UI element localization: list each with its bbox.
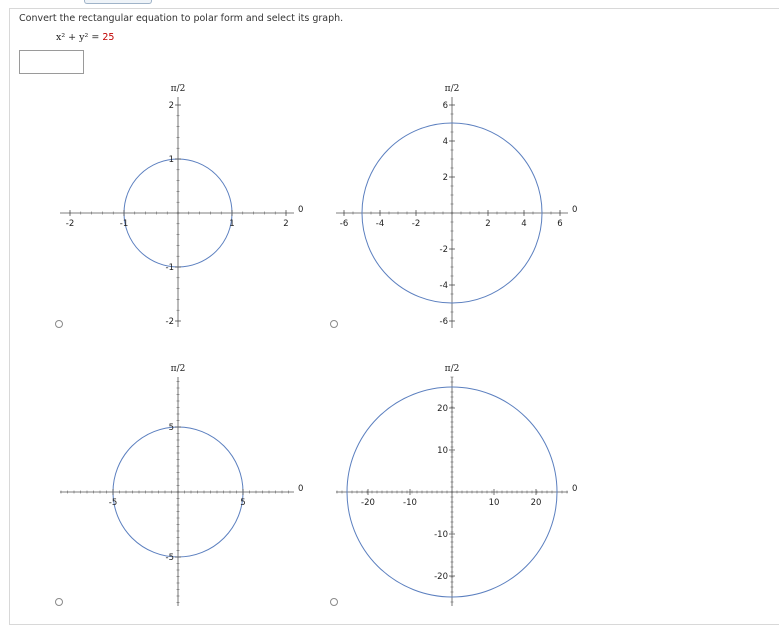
x-tick-label: -5 [109, 498, 117, 508]
angle-label-pi-half: π/2 [445, 364, 460, 374]
x-tick-label: -2 [66, 219, 74, 229]
angle-label-zero: 0 [572, 205, 577, 215]
y-tick-label: 2 [443, 173, 448, 183]
x-tick-label: -6 [340, 219, 348, 229]
angle-label-zero: 0 [298, 205, 303, 215]
angle-label-zero: 0 [572, 484, 577, 494]
y-tick-label: 4 [443, 137, 448, 147]
radio-option-c[interactable] [55, 598, 63, 606]
x-tick-label: 2 [283, 219, 288, 229]
x-tick-label: -10 [403, 498, 417, 508]
y-tick-label: 2 [169, 101, 174, 111]
x-tick-label: -2 [412, 219, 420, 229]
radio-option-d[interactable] [330, 598, 338, 606]
angle-label-pi-half: π/2 [171, 84, 186, 94]
radio-option-a[interactable] [55, 320, 63, 328]
x-tick-label: -20 [361, 498, 375, 508]
y-tick-label: 1 [169, 155, 174, 165]
y-tick-label: 6 [443, 101, 448, 111]
y-tick-label: -6 [440, 317, 448, 327]
graph-options: -2 -1 1 221-1-2π/20 -6 -4 -2 2 4 6642-2-4-6π/20 … [60, 84, 577, 606]
y-tick-label: -10 [434, 530, 448, 540]
y-tick-label: -4 [440, 281, 448, 291]
graph-option-b: -6 -4 -2 2 4 6 6 4 2 -2 -4 -6 π/2 0 [336, 84, 577, 328]
graph-option-c: -5 5 5 -5 π/2 0 [60, 364, 303, 606]
y-tick-label: -2 [440, 245, 448, 255]
angle-label-pi-half: π/2 [171, 364, 186, 374]
y-tick-label: 10 [437, 446, 448, 456]
x-tick-label: 5 [240, 498, 245, 508]
y-tick-label: 20 [437, 404, 448, 414]
y-tick-label: -1 [166, 263, 174, 273]
x-tick-label: 20 [531, 498, 542, 508]
y-tick-label: -5 [166, 553, 174, 563]
graph-option-d: -20 -10 10 20 20 10 -10 -20 π/2 0 [336, 364, 577, 606]
y-tick-label: -2 [166, 317, 174, 327]
x-tick-label: -1 [120, 219, 128, 229]
angle-label-pi-half: π/2 [445, 84, 460, 94]
y-tick-label: -20 [434, 572, 448, 582]
x-tick-label: 1 [229, 219, 234, 229]
y-tick-label: 5 [169, 423, 174, 433]
x-tick-label: 4 [521, 219, 526, 229]
x-tick-label: 10 [489, 498, 500, 508]
x-tick-label: -4 [376, 219, 384, 229]
radio-option-b[interactable] [330, 320, 338, 328]
x-tick-label: 2 [485, 219, 490, 229]
x-tick-label: 6 [557, 219, 562, 229]
angle-label-zero: 0 [298, 484, 303, 494]
graph-option-a: -2 -1 1 2 2 1 -1 -2 π/2 0 [60, 84, 303, 327]
